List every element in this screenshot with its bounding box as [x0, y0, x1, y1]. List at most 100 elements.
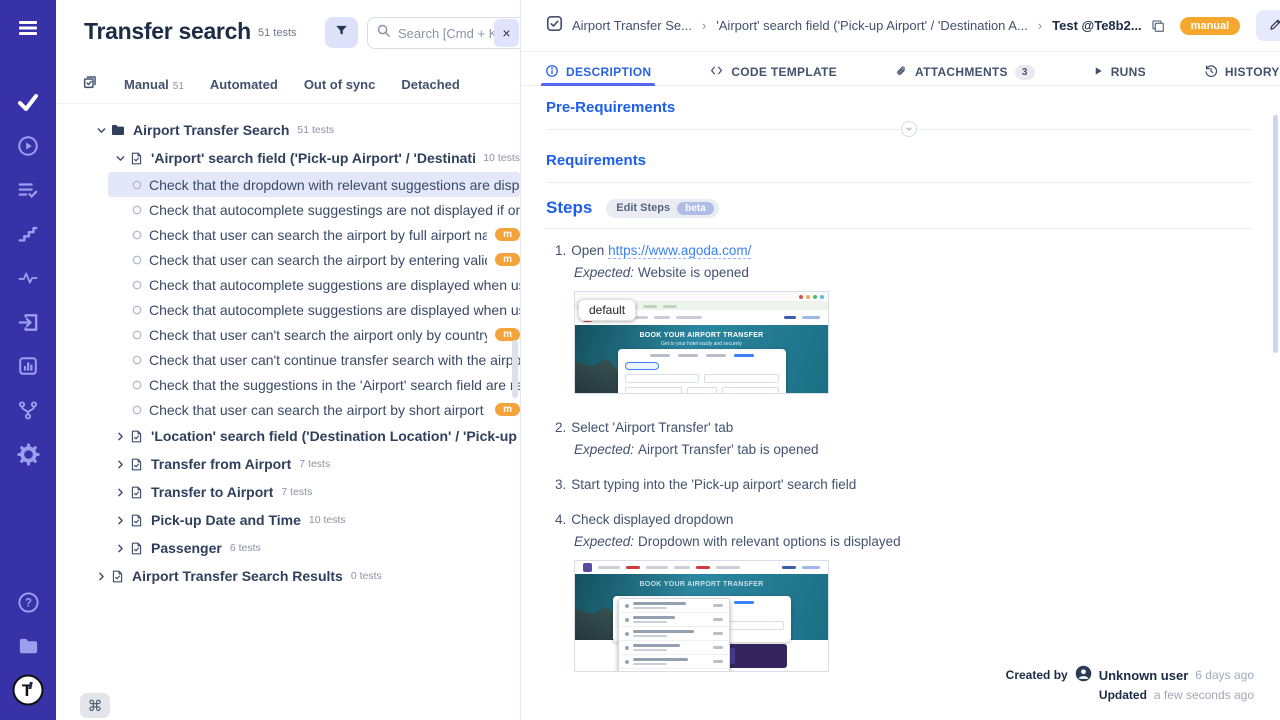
check-icon[interactable]	[0, 82, 56, 122]
tree-item-label: Transfer to Airport	[151, 484, 273, 500]
step-action: Check displayed dropdown	[571, 512, 733, 527]
tree-case-row[interactable]: Check that user can't search the airport…	[108, 322, 520, 347]
step-number: 1.	[555, 243, 566, 258]
edit-button[interactable]: Edit	[1256, 10, 1280, 41]
activity-icon[interactable]	[0, 258, 56, 298]
steps-list: 1.Open https://www.agoda.com/ Expected:W…	[546, 243, 1252, 672]
test-circle-icon	[132, 355, 142, 365]
tab-out-of-sync[interactable]: Out of sync	[304, 77, 376, 92]
breadcrumb-test[interactable]: Test @Te8b2...	[1052, 18, 1142, 33]
tree-case-row[interactable]: Check that user can search the airport b…	[108, 222, 520, 247]
tree-suite-row[interactable]: Transfer from Airport7 tests	[56, 450, 520, 478]
tree-case-row[interactable]: Check that autocomplete suggestions are …	[108, 272, 520, 297]
tree-item-label: Check that user can't search the airport…	[149, 327, 487, 343]
test-circle-icon	[132, 205, 142, 215]
tree-case-row[interactable]: Check that the dropdown with relevant su…	[108, 172, 520, 197]
collapse-toggle[interactable]	[901, 121, 917, 137]
tree-item-count: 6 tests	[230, 542, 261, 554]
steps-heading: Steps	[546, 198, 592, 218]
search-clear-button[interactable]: ×	[494, 19, 519, 47]
test-tree: Airport Transfer Search51 tests'Airport'…	[56, 116, 520, 590]
manual-badge: manual	[1180, 17, 1241, 35]
test-circle-icon	[132, 305, 142, 315]
step-expected: Expected:Dropdown with relevant options …	[574, 534, 1252, 549]
tree-case-row[interactable]: Check that user can't continue transfer …	[108, 347, 520, 372]
section-divider	[546, 129, 1252, 130]
detail-scrollbar[interactable]	[1273, 115, 1278, 353]
tab-detached[interactable]: Detached	[401, 77, 460, 92]
requirements-heading: Requirements	[546, 152, 1252, 169]
tree-item-count: 51 tests	[297, 124, 334, 136]
default-label: default	[578, 299, 636, 321]
help-icon[interactable]: ?	[0, 582, 56, 622]
code-icon	[709, 64, 724, 80]
tree-suite-row[interactable]: Airport Transfer Search Results0 tests	[56, 562, 520, 590]
branch-icon[interactable]	[0, 390, 56, 430]
tree-item-count: 7 tests	[281, 486, 312, 498]
tab-description[interactable]: DESCRIPTION	[545, 52, 651, 86]
tab-attachments[interactable]: ATTACHMENTS 3	[895, 52, 1035, 86]
document-check-icon	[129, 429, 144, 444]
shared-steps-icon[interactable]	[0, 214, 56, 254]
step-item: 3.Start typing into the 'Pick-up airport…	[555, 477, 1252, 492]
copy-icon[interactable]	[1150, 18, 1166, 34]
tree-folder-row[interactable]: Airport Transfer Search51 tests	[56, 116, 520, 144]
tree-item-label: Check that user can search the airport b…	[149, 402, 487, 418]
suite-panel-header: Transfer search 51 tests ×	[56, 0, 520, 66]
tab-code-template[interactable]: CODE TEMPLATE	[709, 52, 837, 86]
tree-case-row[interactable]: Check that user can search the airport b…	[108, 397, 520, 422]
edit-steps-button[interactable]: Edit Steps beta	[606, 199, 718, 218]
tab-automated[interactable]: Automated	[210, 77, 278, 92]
tree-case-row[interactable]: Check that the suggestions in the 'Airpo…	[108, 372, 520, 397]
tab-runs[interactable]: RUNS	[1093, 52, 1146, 86]
list-check-icon[interactable]	[0, 170, 56, 210]
paperclip-icon	[895, 64, 908, 81]
chevron-right-icon	[115, 487, 126, 498]
tree-suite-row[interactable]: Passenger6 tests	[56, 534, 520, 562]
tree-item-count: 7 tests	[299, 458, 330, 470]
created-ago: 6 days ago	[1195, 668, 1254, 682]
breadcrumb-suite[interactable]: Airport Transfer Se...	[572, 18, 692, 33]
play-icon	[1093, 65, 1104, 80]
tree-case-row[interactable]: Check that autocomplete suggestings are …	[108, 197, 520, 222]
tree-suite-row[interactable]: Pick-up Date and Time10 tests	[56, 506, 520, 534]
created-by-user[interactable]: Unknown user	[1099, 668, 1189, 683]
left-panel-scrollbar[interactable]	[512, 340, 518, 398]
tree-case-row[interactable]: Check that user can search the airport b…	[108, 247, 520, 272]
step-link[interactable]: https://www.agoda.com/	[608, 243, 751, 259]
test-circle-icon	[132, 280, 142, 290]
gear-icon[interactable]	[0, 434, 56, 474]
folder-icon	[110, 122, 126, 138]
tree-item-label: Check that user can search the airport b…	[149, 227, 487, 243]
document-check-icon	[129, 513, 144, 528]
tree-suite-row[interactable]: 'Airport' search field ('Pick-up Airport…	[56, 144, 520, 172]
mock-site-header	[575, 561, 828, 574]
mock-hero-title: BOOK YOUR AIRPORT TRANSFER	[575, 325, 828, 339]
step-screenshot[interactable]: BOOK YOUR AIRPORT TRANSFER	[574, 560, 829, 672]
play-circle-icon[interactable]	[0, 126, 56, 166]
test-circle-icon	[132, 405, 142, 415]
app-logo[interactable]: T	[0, 670, 56, 710]
tree-suite-row[interactable]: Transfer to Airport 7 tests	[56, 478, 520, 506]
mock-search-card: Search	[618, 349, 786, 394]
cmd-shortcut-button[interactable]: ⌘	[80, 693, 110, 718]
filter-button[interactable]	[325, 17, 358, 48]
info-icon	[545, 64, 559, 81]
chevron-down-icon	[115, 153, 126, 164]
projects-folder-icon[interactable]	[0, 626, 56, 666]
breadcrumb-section[interactable]: 'Airport' search field ('Pick-up Airport…	[716, 18, 1028, 33]
tree-case-row[interactable]: Check that autocomplete suggestions are …	[108, 297, 520, 322]
tree-suite-row[interactable]: 'Location' search field ('Destination Lo…	[56, 422, 520, 450]
description-content: Pre-Requirements Requirements Steps Edit…	[521, 87, 1280, 680]
select-all-icon[interactable]	[82, 74, 98, 95]
tab-manual[interactable]: Manual51	[124, 77, 184, 92]
tab-history[interactable]: HISTORY	[1204, 52, 1280, 86]
mock-hero-title: BOOK YOUR AIRPORT TRANSFER	[575, 574, 828, 588]
pencil-icon	[1269, 18, 1280, 34]
step-screenshot[interactable]: BOOK YOUR AIRPORT TRANSFER Get to your h…	[574, 291, 829, 394]
menu-icon[interactable]	[0, 8, 56, 48]
breadcrumb-separator: ›	[1038, 18, 1042, 33]
report-chart-icon[interactable]	[0, 346, 56, 386]
sign-in-icon[interactable]	[0, 302, 56, 342]
svg-text:?: ?	[24, 597, 31, 609]
